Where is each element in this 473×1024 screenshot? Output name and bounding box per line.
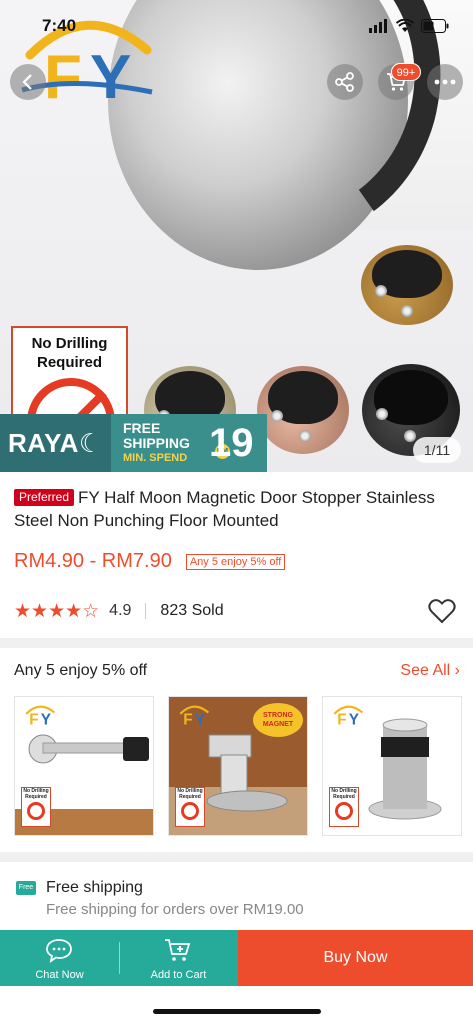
- product-title: Preferred FY Half Moon Magnetic Door Stop…: [14, 486, 460, 532]
- price-row: RM4.90 - RM7.90 Any 5 enjoy 5% off: [14, 550, 286, 573]
- wifi-icon: [396, 19, 414, 32]
- no-drill-sign-icon: [335, 802, 353, 820]
- more-icon: [434, 79, 456, 85]
- share-icon: [335, 72, 354, 92]
- product-price: RM4.90 - RM7.90: [14, 550, 172, 572]
- preferred-badge: Preferred: [14, 489, 75, 506]
- svg-text:Y: Y: [195, 712, 205, 727]
- promo-line2: SHIPPING: [123, 435, 190, 451]
- more-button[interactable]: [427, 64, 463, 100]
- signal-icon: [369, 19, 387, 33]
- bottom-divider: [119, 942, 120, 974]
- crescent-icon: ☾: [78, 428, 103, 458]
- bundle-title: Any 5 enjoy 5% off: [14, 662, 148, 679]
- buy-now-button[interactable]: Buy Now: [238, 930, 473, 986]
- add-to-cart-label: Add to Cart: [150, 969, 207, 981]
- bundle-product-card[interactable]: F Y No Drilling Required: [14, 696, 154, 836]
- section-divider: [0, 852, 473, 862]
- free-shipping-promo: FREE SHIPPING MIN. SPEND RM 19: [111, 414, 267, 472]
- status-icons: [369, 16, 449, 36]
- raya-text: RAYA☾: [0, 414, 111, 472]
- bundle-product-list: F Y No Drilling Required F Y STRONG MAGN…: [14, 696, 462, 836]
- battery-icon: [421, 19, 449, 33]
- image-counter: 1/11: [413, 437, 461, 463]
- variant-bronze-image: [361, 245, 453, 325]
- product-title-text: FY Half Moon Magnetic Door Stopper Stain…: [14, 488, 435, 530]
- svg-text:Y: Y: [90, 43, 131, 110]
- chat-now-button[interactable]: Chat Now: [0, 930, 119, 986]
- promo-line3: MIN. SPEND: [123, 452, 188, 464]
- promo-amount: 19: [209, 421, 254, 465]
- fy-brand-logo: F Y: [179, 705, 210, 727]
- svg-text:F: F: [183, 712, 192, 727]
- bottom-action-bar: Chat Now Add to Cart Buy Now: [0, 930, 473, 986]
- no-drill-sign-icon: [181, 802, 199, 820]
- svg-text:F: F: [44, 43, 82, 110]
- like-heart-icon[interactable]: [428, 598, 456, 624]
- section-divider: [0, 638, 473, 648]
- rating-stars: ★★★★☆: [14, 600, 100, 622]
- chat-now-label: Chat Now: [35, 969, 84, 981]
- product-image-carousel[interactable]: No Drilling Required F Y 7:40 99+ RAYA☾ …: [0, 0, 473, 472]
- sold-count: 823 Sold: [160, 602, 224, 619]
- back-icon: [22, 74, 32, 90]
- no-drilling-mini-label: No Drilling Required: [329, 787, 359, 827]
- share-button[interactable]: [327, 64, 363, 100]
- bundle-deal-header: Any 5 enjoy 5% off See All ›: [14, 662, 460, 686]
- no-drill-sign-icon: [27, 802, 45, 820]
- free-shipping-icon: Free: [16, 881, 36, 895]
- status-time: 7:40: [42, 16, 77, 35]
- separator: [145, 603, 147, 619]
- product-page: No Drilling Required F Y 7:40 99+ RAYA☾ …: [0, 0, 473, 1024]
- chat-icon: [46, 939, 72, 963]
- shipping-subtitle: Free shipping for orders over RM19.00: [46, 901, 304, 918]
- strong-magnet-sticker: STRONG MAGNET: [253, 703, 303, 737]
- no-drilling-mini-label: No Drilling Required: [21, 787, 51, 827]
- no-drilling-mini-label: No Drilling Required: [175, 787, 205, 827]
- rating-value: 4.9: [109, 602, 132, 619]
- variant-copper-image: [257, 366, 349, 454]
- add-to-cart-button[interactable]: Add to Cart: [119, 930, 238, 986]
- shipping-title: Free shipping: [46, 879, 143, 896]
- back-button[interactable]: [10, 64, 46, 100]
- home-indicator: [153, 1009, 321, 1014]
- bundle-product-card[interactable]: F Y STRONG MAGNET No Drilling Required: [168, 696, 308, 836]
- bundle-product-card[interactable]: F Y No Drilling Required: [322, 696, 462, 836]
- see-all-link[interactable]: See All ›: [400, 662, 460, 680]
- cart-count-badge: 99+: [391, 63, 421, 81]
- promo-line1: FREE: [123, 420, 161, 436]
- promo-tag[interactable]: Any 5 enjoy 5% off: [185, 553, 286, 570]
- raya-promo-banner: RAYA☾ FREE SHIPPING MIN. SPEND RM 19: [0, 414, 267, 472]
- chevron-right-icon: ›: [454, 662, 460, 679]
- add-to-cart-icon: [165, 939, 191, 961]
- rating-row[interactable]: ★★★★☆ 4.9 823 Sold: [14, 598, 460, 624]
- no-drilling-text: No Drilling Required: [31, 335, 108, 371]
